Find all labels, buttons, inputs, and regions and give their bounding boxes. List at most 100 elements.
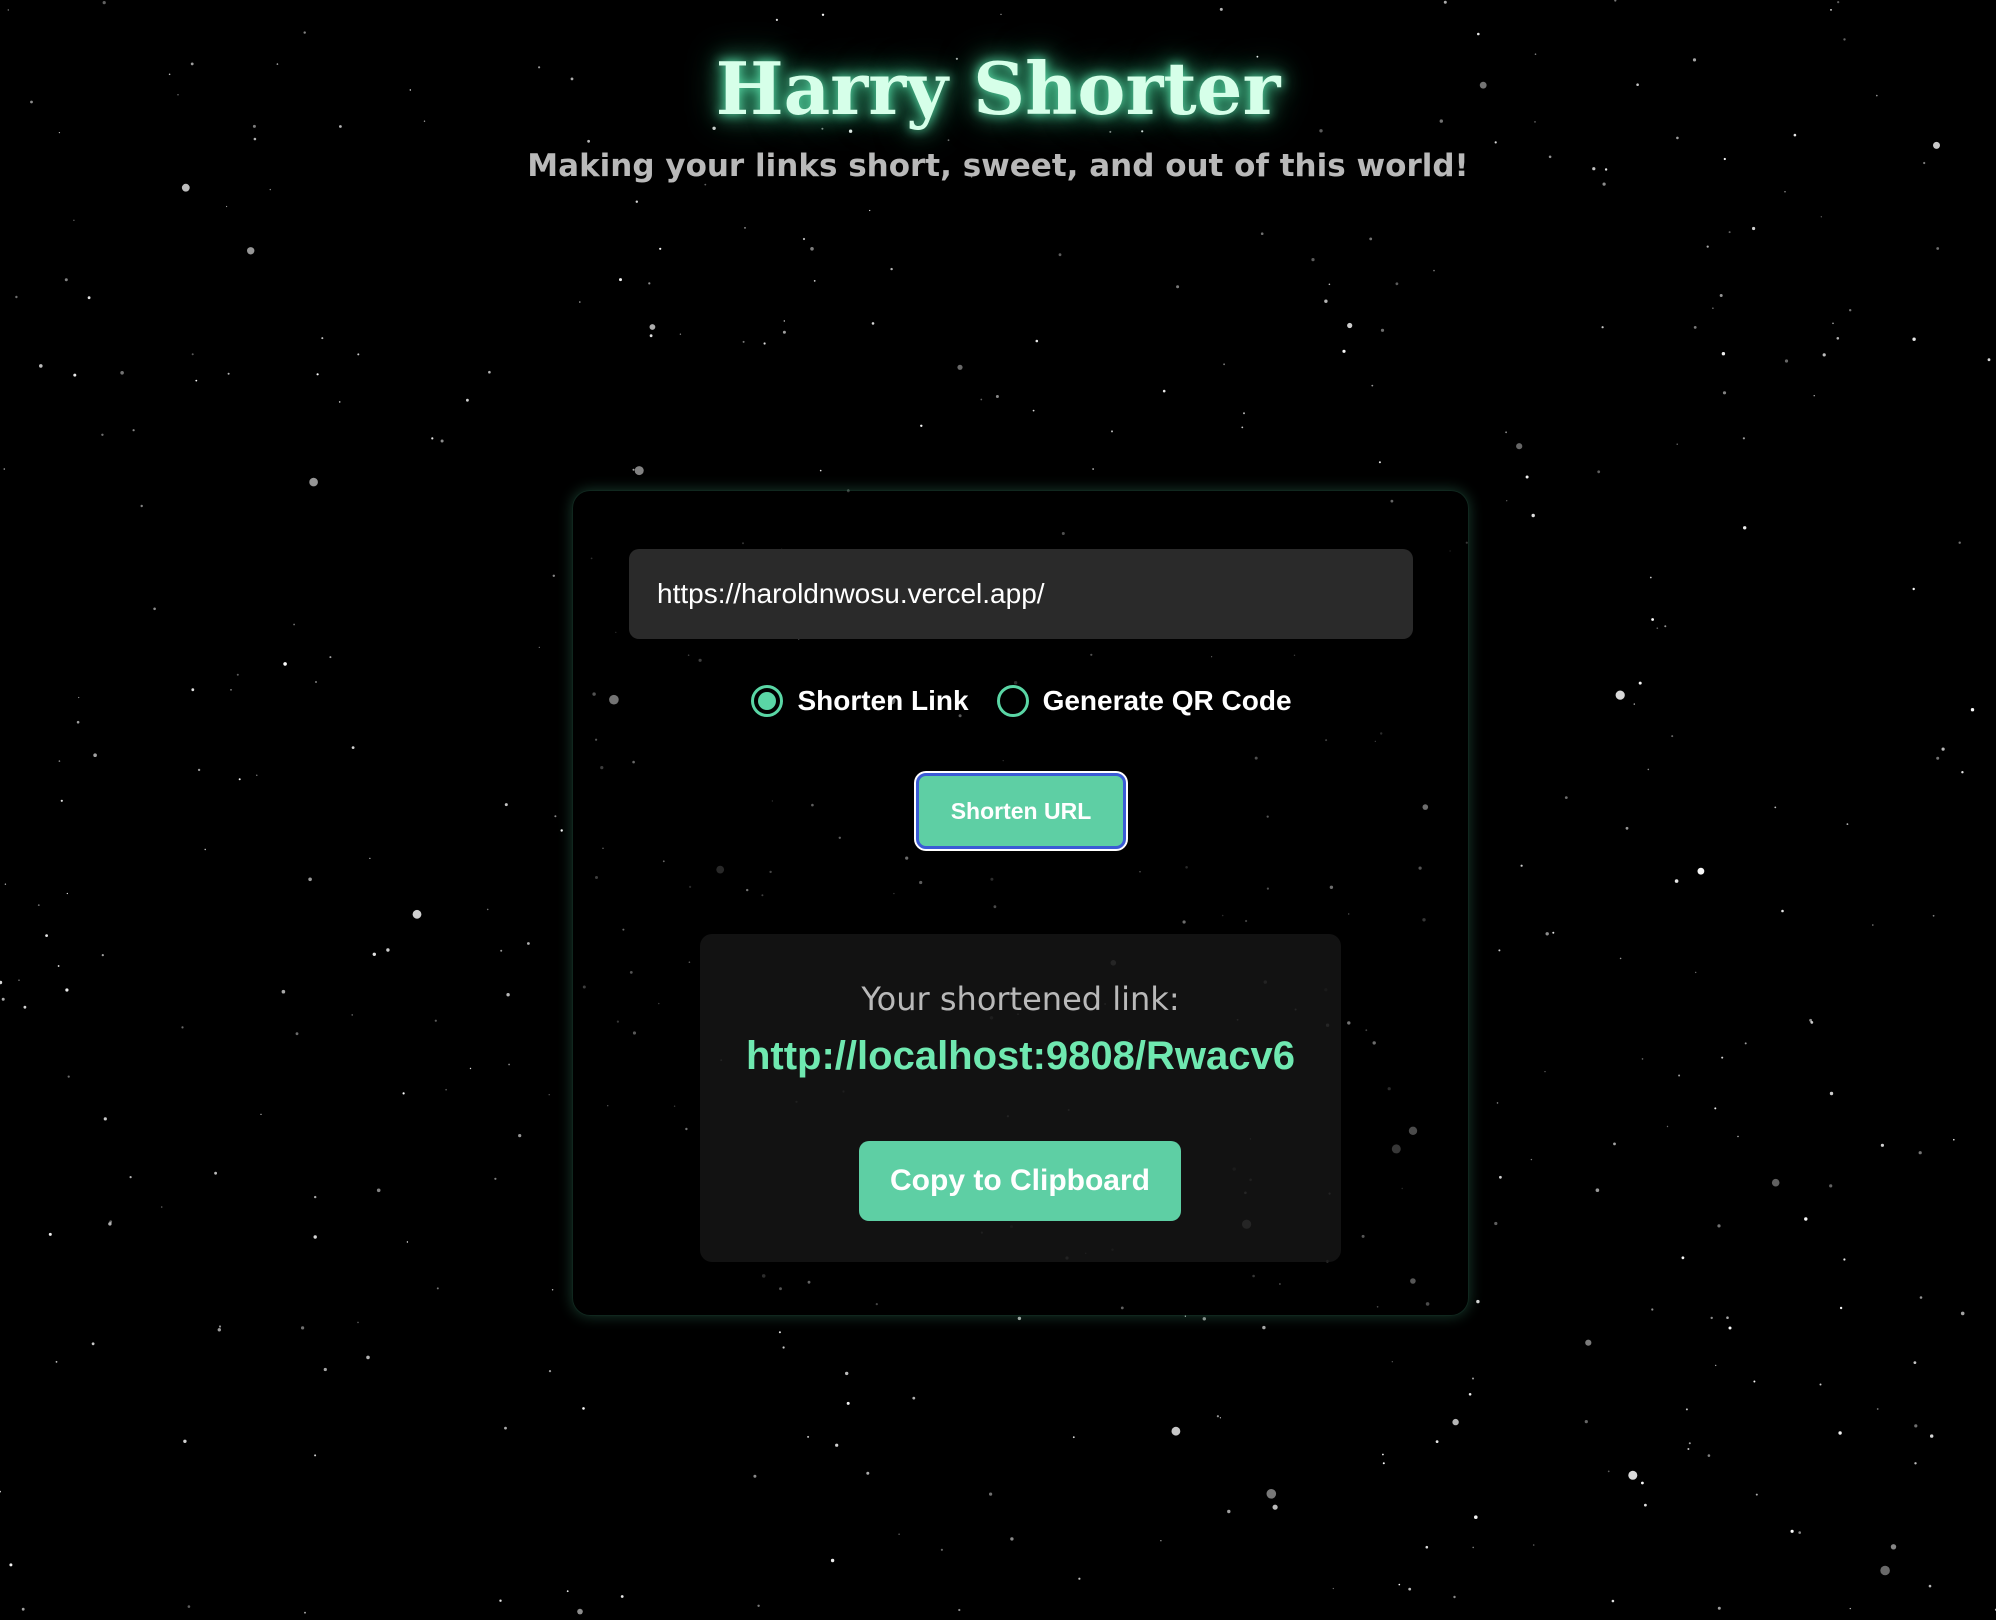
star-dot bbox=[1477, 32, 1480, 36]
star-dot bbox=[958, 1608, 961, 1612]
star-dot bbox=[1681, 1256, 1685, 1260]
star-dot bbox=[295, 1032, 299, 1036]
star-dot bbox=[1243, 412, 1245, 415]
star-dot bbox=[236, 673, 239, 676]
star-dot bbox=[1216, 1415, 1219, 1418]
star-dot bbox=[256, 774, 258, 776]
star-dot bbox=[1961, 771, 1964, 774]
star-dot bbox=[845, 1371, 849, 1376]
star-dot bbox=[1628, 1470, 1638, 1480]
star-dot bbox=[260, 1113, 262, 1115]
star-dot bbox=[1784, 359, 1789, 363]
star-dot bbox=[283, 662, 287, 666]
star-dot bbox=[742, 340, 745, 343]
star-dot bbox=[778, 1331, 781, 1334]
star-dot bbox=[1664, 625, 1667, 628]
star-dot bbox=[830, 1558, 835, 1563]
star-dot bbox=[67, 1075, 70, 1078]
app-subtitle: Making your links short, sweet, and out … bbox=[527, 148, 1469, 184]
star-dot bbox=[357, 1321, 359, 1324]
star-dot bbox=[181, 1026, 184, 1029]
star-dot bbox=[366, 1355, 370, 1360]
star-dot bbox=[1262, 1325, 1266, 1330]
star-dot bbox=[1597, 470, 1601, 474]
star-dot bbox=[1838, 1431, 1842, 1435]
star-dot bbox=[1601, 326, 1604, 329]
star-dot bbox=[1607, 1470, 1610, 1473]
app-title: Harry Shorter bbox=[715, 46, 1281, 131]
star-dot bbox=[494, 1177, 497, 1180]
shortened-link[interactable]: http://localhost:9808/Rwacv6 bbox=[700, 1034, 1341, 1079]
star-dot bbox=[1227, 1509, 1231, 1514]
star-dot bbox=[1804, 1217, 1808, 1221]
star-dot bbox=[1970, 708, 1975, 712]
star-dot bbox=[1219, 7, 1223, 11]
star-dot bbox=[1472, 1377, 1474, 1380]
star-dot bbox=[1017, 1316, 1022, 1321]
radio-button-unselected-icon[interactable] bbox=[996, 685, 1029, 717]
star-dot bbox=[1671, 735, 1674, 738]
url-input[interactable] bbox=[629, 549, 1413, 639]
star-dot bbox=[3, 468, 6, 470]
star-dot bbox=[1072, 1436, 1075, 1439]
star-dot bbox=[1930, 1434, 1934, 1438]
radio-button-selected-icon[interactable] bbox=[751, 685, 784, 717]
star-dot bbox=[1914, 1424, 1918, 1428]
star-dot bbox=[649, 324, 656, 330]
star-dot bbox=[1822, 353, 1826, 357]
star-dot bbox=[315, 681, 317, 683]
star-dot bbox=[1721, 1056, 1724, 1059]
star-dot bbox=[129, 1176, 132, 1179]
star-dot bbox=[87, 296, 91, 300]
copy-to-clipboard-button[interactable]: Copy to Clipboard bbox=[859, 1141, 1181, 1221]
star-dot bbox=[551, 1289, 554, 1291]
star-dot bbox=[91, 1342, 95, 1346]
star-dot bbox=[1728, 1326, 1732, 1330]
radio-generate-qr[interactable]: Generate QR Code bbox=[996, 685, 1292, 717]
star-dot bbox=[247, 247, 255, 255]
star-dot bbox=[1813, 395, 1815, 397]
star-dot bbox=[1532, 1544, 1535, 1546]
star-dot bbox=[560, 829, 563, 832]
star-dot bbox=[55, 1361, 58, 1363]
star-dot bbox=[412, 909, 422, 919]
star-dot bbox=[132, 429, 135, 432]
star-dot bbox=[406, 1241, 409, 1243]
radio-shorten-link[interactable]: Shorten Link bbox=[751, 685, 969, 717]
star-dot bbox=[103, 1117, 107, 1121]
star-dot bbox=[466, 398, 469, 402]
star-dot bbox=[1810, 1021, 1814, 1024]
star-dot bbox=[1649, 576, 1652, 579]
star-dot bbox=[1324, 299, 1328, 303]
star-dot bbox=[1829, 1091, 1834, 1096]
star-dot bbox=[1498, 949, 1501, 952]
shorten-url-button[interactable]: Shorten URL bbox=[916, 773, 1126, 849]
star-dot bbox=[1798, 1531, 1801, 1534]
star-dot bbox=[1666, 1125, 1669, 1128]
star-dot bbox=[1737, 1135, 1739, 1138]
star-dot bbox=[1472, 1546, 1474, 1549]
star-dot bbox=[488, 370, 491, 374]
star-dot bbox=[538, 646, 540, 648]
star-dot bbox=[1721, 352, 1726, 356]
star-dot bbox=[1531, 513, 1535, 518]
star-dot bbox=[108, 1222, 112, 1226]
star-dot bbox=[1706, 245, 1709, 248]
star-dot bbox=[1000, 13, 1002, 16]
star-dot bbox=[191, 353, 194, 356]
star-dot bbox=[78, 696, 80, 699]
star-dot bbox=[1476, 1299, 1480, 1304]
result-panel: Your shortened link: http://localhost:98… bbox=[700, 934, 1341, 1262]
star-dot bbox=[1843, 1258, 1846, 1261]
star-dot bbox=[783, 320, 785, 322]
star-dot bbox=[1712, 307, 1714, 310]
star-dot bbox=[866, 1471, 870, 1475]
star-dot bbox=[1743, 526, 1747, 530]
star-dot bbox=[810, 247, 814, 251]
star-dot bbox=[316, 373, 319, 376]
star-dot bbox=[1382, 1453, 1384, 1456]
star-dot bbox=[1830, 9, 1832, 11]
star-dot bbox=[1371, 384, 1374, 387]
star-dot bbox=[649, 334, 653, 338]
star-dot bbox=[1032, 409, 1035, 412]
